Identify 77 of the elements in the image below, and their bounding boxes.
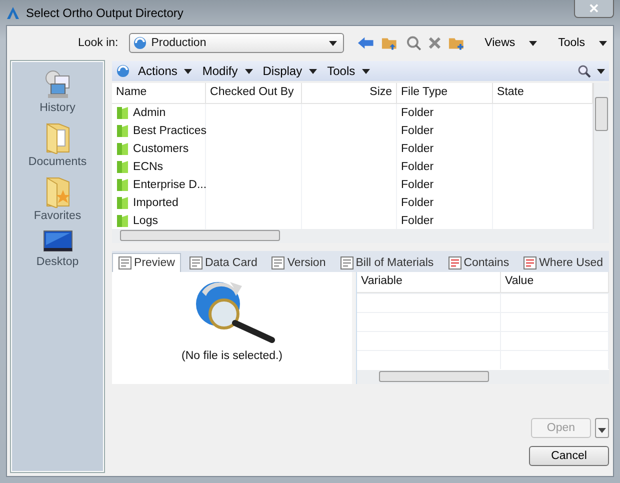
folder-icon — [116, 178, 130, 192]
vertical-scrollbar[interactable] — [593, 83, 609, 229]
app-logo-icon — [6, 6, 20, 20]
folder-icon — [116, 142, 130, 156]
tab-icon — [523, 256, 538, 270]
column-header[interactable]: Size — [302, 83, 398, 103]
tab[interactable]: Preview — [112, 253, 181, 272]
places-item[interactable]: Documents — [28, 120, 87, 170]
documents-folder-icon — [44, 122, 70, 154]
caret-icon — [309, 68, 318, 74]
table-cell[interactable]: Best Practices — [112, 122, 206, 140]
caret-icon — [362, 68, 370, 74]
tab-icon — [448, 256, 462, 270]
dropdown-button[interactable] — [595, 418, 609, 438]
caret-icon — [598, 40, 607, 46]
horizontal-scrollbar[interactable] — [112, 229, 609, 243]
column-header[interactable]: File Type — [397, 83, 494, 103]
table-cell[interactable]: Imported — [112, 194, 206, 212]
table-cell[interactable]: Customers — [112, 140, 206, 158]
tab[interactable]: Where Used — [517, 253, 609, 272]
desktop-icon — [42, 230, 73, 254]
tab-icon — [118, 256, 132, 270]
table-cell: Folder — [397, 176, 494, 194]
tab[interactable]: Version — [265, 253, 332, 272]
search-icon[interactable] — [406, 35, 422, 51]
preview-message: (No file is selected.) — [182, 350, 283, 362]
command-menu[interactable]: Modify — [200, 64, 255, 78]
tab[interactable]: Bill of Materials — [334, 253, 440, 272]
folder-icon — [116, 196, 130, 210]
tab-icon — [188, 256, 203, 270]
places-item[interactable]: Desktop — [36, 228, 79, 270]
table-cell: Folder — [397, 158, 494, 176]
column-header[interactable]: Name — [112, 83, 206, 103]
look-in-label: Look in: — [76, 37, 120, 49]
places-item[interactable]: History — [40, 68, 76, 116]
back-arrow-icon[interactable] — [357, 36, 374, 50]
table-cell: Folder — [397, 122, 494, 140]
command-menu[interactable]: Display — [260, 64, 320, 78]
views-menu[interactable]: Views — [482, 37, 540, 49]
command-menu[interactable]: Actions — [136, 64, 194, 78]
column-header[interactable]: Variable — [357, 272, 502, 292]
places-item[interactable]: Favorites — [34, 174, 82, 224]
table-cell[interactable]: Enterprise D... — [112, 176, 206, 194]
folder-icon — [116, 214, 130, 228]
window-title: Select Ortho Output Directory — [26, 6, 184, 20]
cancel-button[interactable]: Cancel — [529, 446, 609, 466]
column-header[interactable]: Checked Out By — [206, 83, 302, 103]
table-cell: Folder — [397, 140, 494, 158]
vault-icon — [133, 36, 148, 50]
folder-icon — [116, 106, 130, 120]
table-cell: Folder — [397, 104, 494, 122]
tab-icon — [340, 256, 354, 270]
caret-icon[interactable] — [597, 68, 605, 74]
horizontal-scrollbar[interactable] — [357, 370, 609, 384]
look-in-dropdown[interactable]: Production — [129, 33, 344, 53]
tab[interactable]: Contains — [442, 253, 516, 272]
table-cell[interactable]: Admin — [112, 104, 206, 122]
favorites-folder-icon — [44, 176, 70, 208]
column-header[interactable]: Value — [501, 272, 609, 292]
command-menu[interactable]: Tools — [325, 64, 372, 78]
caret-icon — [329, 40, 338, 46]
folder-icon — [116, 124, 130, 138]
table-cell[interactable]: ECNs — [112, 158, 206, 176]
caret-icon — [529, 40, 538, 46]
tab-icon — [271, 256, 286, 270]
table-cell: Folder — [397, 194, 494, 212]
search-icon[interactable] — [577, 64, 591, 78]
folder-up-icon[interactable] — [381, 35, 399, 51]
tab[interactable]: Data Card — [182, 253, 264, 272]
folder-icon — [116, 160, 130, 174]
tools-menu[interactable]: Tools — [556, 37, 609, 49]
caret-icon — [184, 68, 192, 74]
caret-icon — [244, 68, 253, 74]
vault-icon — [116, 64, 130, 78]
new-folder-icon[interactable] — [448, 35, 466, 51]
caret-icon — [598, 428, 606, 432]
delete-icon[interactable] — [428, 36, 442, 50]
